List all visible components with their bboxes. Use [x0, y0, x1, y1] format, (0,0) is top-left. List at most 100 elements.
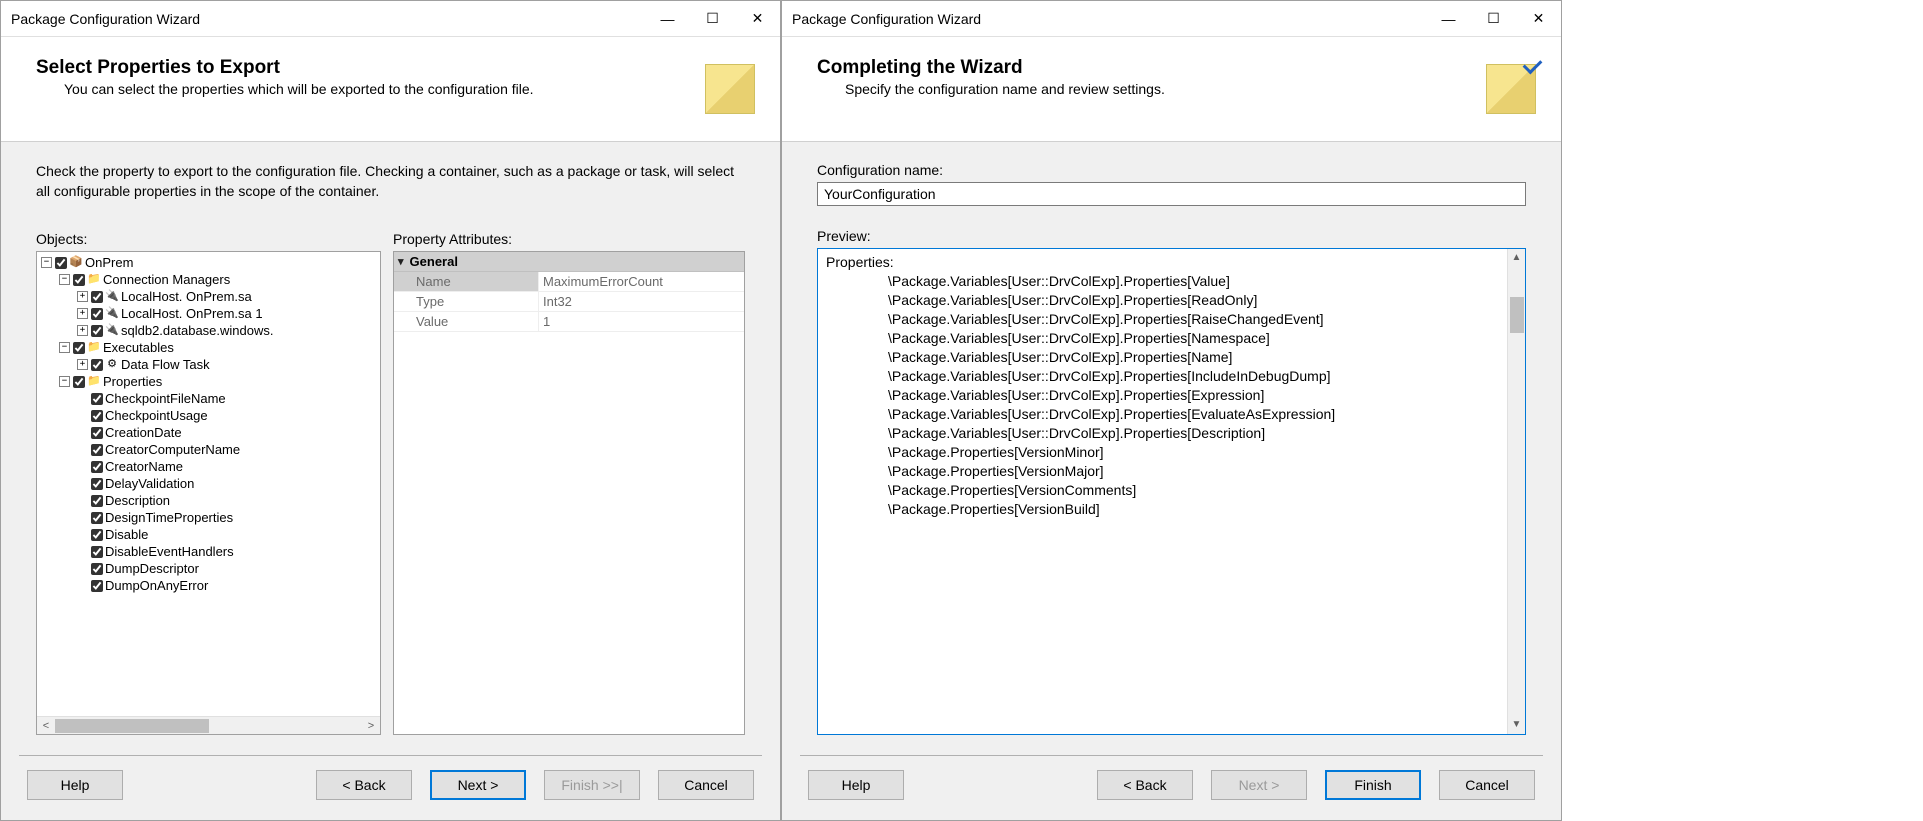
tree-node[interactable]: Description	[37, 492, 380, 509]
propgrid-row[interactable]: TypeInt32	[394, 292, 744, 312]
help-button[interactable]: Help	[808, 770, 904, 800]
help-button[interactable]: Help	[27, 770, 123, 800]
collapse-icon[interactable]: −	[59, 342, 70, 353]
minimize-button[interactable]: —	[645, 1, 690, 36]
tree-checkbox[interactable]	[91, 393, 103, 405]
horizontal-scrollbar[interactable]: < >	[37, 716, 380, 734]
preview-line: \Package.Variables[User::DrvColExp].Prop…	[826, 405, 1499, 424]
tree-node[interactable]: CheckpointFileName	[37, 390, 380, 407]
tree-node[interactable]: −📁Executables	[37, 339, 380, 356]
next-button: Next >	[1211, 770, 1307, 800]
tree-checkbox[interactable]	[91, 461, 103, 473]
preview-line: \Package.Properties[VersionBuild]	[826, 500, 1499, 519]
maximize-button[interactable]: ☐	[1471, 1, 1516, 36]
tree-checkbox[interactable]	[91, 308, 103, 320]
tree-node[interactable]: +⚙Data Flow Task	[37, 356, 380, 373]
tree-checkbox[interactable]	[91, 495, 103, 507]
tree-node[interactable]: DesignTimeProperties	[37, 509, 380, 526]
expand-icon[interactable]: +	[77, 291, 88, 302]
property-grid[interactable]: ▾ General NameMaximumErrorCountTypeInt32…	[393, 251, 745, 735]
tree-node[interactable]: DisableEventHandlers	[37, 543, 380, 560]
propgrid-row[interactable]: NameMaximumErrorCount	[394, 272, 744, 292]
tree-node-icon: 📁	[87, 271, 101, 288]
cancel-button[interactable]: Cancel	[658, 770, 754, 800]
tree-node[interactable]: DelayValidation	[37, 475, 380, 492]
page-subtitle: You can select the properties which will…	[64, 81, 695, 97]
expand-icon[interactable]: +	[77, 359, 88, 370]
tree-node[interactable]: −📁Properties	[37, 373, 380, 390]
preview-line: \Package.Variables[User::DrvColExp].Prop…	[826, 310, 1499, 329]
expander-spacer	[77, 444, 88, 455]
tree-checkbox[interactable]	[91, 563, 103, 575]
wizard-body: Check the property to export to the conf…	[1, 142, 780, 745]
scroll-up-icon[interactable]: ▲	[1508, 249, 1525, 267]
scroll-thumb[interactable]	[1510, 297, 1524, 333]
tree-node[interactable]: CreatorName	[37, 458, 380, 475]
scroll-left-icon[interactable]: <	[37, 720, 55, 732]
close-button[interactable]: ✕	[735, 1, 780, 36]
collapse-icon[interactable]: −	[59, 376, 70, 387]
maximize-button[interactable]: ☐	[690, 1, 735, 36]
preview-line: \Package.Variables[User::DrvColExp].Prop…	[826, 424, 1499, 443]
tree-checkbox[interactable]	[91, 410, 103, 422]
tree-checkbox[interactable]	[91, 325, 103, 337]
objects-tree[interactable]: −📦OnPrem−📁Connection Managers+🔌LocalHost…	[36, 251, 381, 735]
tree-checkbox[interactable]	[55, 257, 67, 269]
close-button[interactable]: ✕	[1516, 1, 1561, 36]
tree-node[interactable]: +🔌 sqldb2.database.windows.	[37, 322, 380, 339]
window-controls: — ☐ ✕	[1426, 1, 1561, 36]
expander-spacer	[77, 393, 88, 404]
collapse-caret-icon[interactable]: ▾	[398, 255, 404, 268]
attributes-label: Property Attributes:	[393, 231, 745, 247]
tree-node[interactable]: +🔌LocalHost. OnPrem.sa 1	[37, 305, 380, 322]
tree-node-label: Data Flow Task	[121, 356, 210, 373]
tree-node[interactable]: CreatorComputerName	[37, 441, 380, 458]
tree-checkbox[interactable]	[91, 291, 103, 303]
tree-checkbox[interactable]	[91, 529, 103, 541]
scroll-thumb[interactable]	[55, 719, 209, 733]
propgrid-section-header[interactable]: ▾ General	[394, 252, 744, 272]
expand-icon[interactable]: +	[77, 308, 88, 319]
scroll-right-icon[interactable]: >	[362, 720, 380, 732]
expand-icon[interactable]: +	[77, 325, 88, 336]
tree-checkbox[interactable]	[91, 444, 103, 456]
tree-node[interactable]: −📁Connection Managers	[37, 271, 380, 288]
propgrid-key: Name	[394, 272, 539, 291]
preview-box[interactable]: Properties: \Package.Variables[User::Drv…	[817, 248, 1526, 735]
finish-button[interactable]: Finish	[1325, 770, 1421, 800]
propgrid-value: Int32	[539, 292, 744, 311]
tree-checkbox[interactable]	[91, 359, 103, 371]
tree-node[interactable]: DumpOnAnyError	[37, 577, 380, 594]
expander-spacer	[77, 427, 88, 438]
tree-checkbox[interactable]	[73, 342, 85, 354]
tree-node-icon: 📁	[87, 373, 101, 390]
tree-checkbox[interactable]	[91, 580, 103, 592]
tree-node[interactable]: CheckpointUsage	[37, 407, 380, 424]
expander-spacer	[77, 563, 88, 574]
config-name-input[interactable]	[817, 182, 1526, 206]
next-button[interactable]: Next >	[430, 770, 526, 800]
collapse-icon[interactable]: −	[59, 274, 70, 285]
tree-node[interactable]: −📦OnPrem	[37, 254, 380, 271]
vertical-scrollbar[interactable]: ▲ ▼	[1507, 249, 1525, 734]
tree-checkbox[interactable]	[91, 478, 103, 490]
tree-checkbox[interactable]	[73, 376, 85, 388]
tree-node[interactable]: +🔌LocalHost. OnPrem.sa	[37, 288, 380, 305]
propgrid-row[interactable]: Value1	[394, 312, 744, 332]
cancel-button[interactable]: Cancel	[1439, 770, 1535, 800]
tree-node-label: sqldb2.database.windows.	[121, 322, 274, 339]
back-button[interactable]: < Back	[316, 770, 412, 800]
tree-checkbox[interactable]	[91, 427, 103, 439]
back-button[interactable]: < Back	[1097, 770, 1193, 800]
scroll-down-icon[interactable]: ▼	[1508, 716, 1525, 734]
tree-node[interactable]: DumpDescriptor	[37, 560, 380, 577]
minimize-button[interactable]: —	[1426, 1, 1471, 36]
tree-checkbox[interactable]	[73, 274, 85, 286]
expander-spacer	[77, 512, 88, 523]
tree-node[interactable]: Disable	[37, 526, 380, 543]
collapse-icon[interactable]: −	[41, 257, 52, 268]
tree-checkbox[interactable]	[91, 546, 103, 558]
tree-checkbox[interactable]	[91, 512, 103, 524]
titlebar: Package Configuration Wizard — ☐ ✕	[1, 1, 780, 37]
tree-node[interactable]: CreationDate	[37, 424, 380, 441]
